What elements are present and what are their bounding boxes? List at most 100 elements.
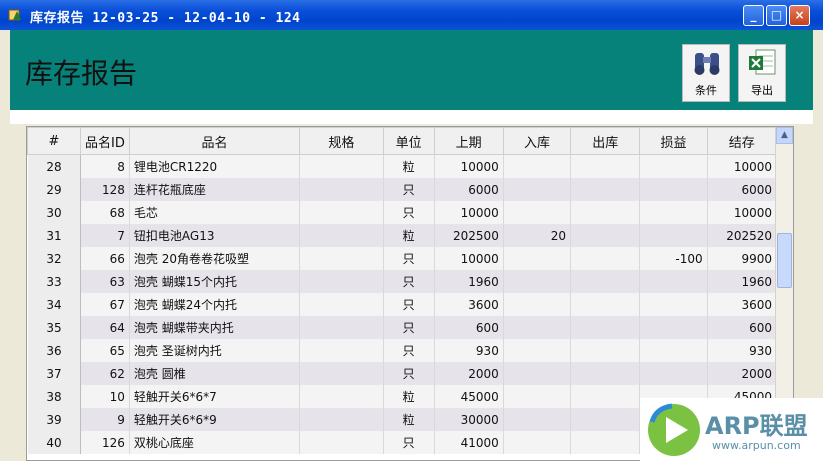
column-header-stock-out[interactable]: 出库 [570,127,641,155]
column-header-spec[interactable]: 规格 [299,127,384,155]
table-row[interactable]: 28 8 锂电池CR1220 粒 10000 10000 [27,154,778,178]
column-header-profit-loss[interactable]: 损益 [639,127,708,155]
table-cell-id[interactable]: 128 [79,178,130,201]
table-cell-id[interactable]: 62 [79,362,130,385]
table-cell-id[interactable]: 68 [79,201,130,224]
table-cell-pl[interactable] [639,224,708,247]
table-cell-idx[interactable]: 33 [27,270,81,293]
table-cell-spec[interactable] [299,178,384,201]
table-cell-out[interactable] [570,316,641,339]
table-cell-id[interactable]: 10 [79,385,130,408]
table-cell-spec[interactable] [299,431,384,454]
table-cell-unit[interactable]: 只 [382,431,435,454]
table-cell-prev[interactable]: 10000 [433,201,504,224]
table-cell-idx[interactable]: 31 [27,224,81,247]
table-cell-id[interactable]: 8 [79,154,130,178]
table-cell-in[interactable] [502,178,572,201]
table-cell-spec[interactable] [299,362,384,385]
table-cell-prev[interactable]: 10000 [433,247,504,270]
table-cell-out[interactable] [570,270,641,293]
table-cell-id[interactable]: 126 [79,431,130,454]
close-button[interactable]: × [789,5,810,26]
table-row[interactable]: 29 128 连杆花瓶底座只 6000 6000 [27,178,778,201]
table-cell-prev[interactable]: 30000 [433,408,504,431]
column-header-balance[interactable]: 结存 [706,127,778,155]
table-cell-bal[interactable]: 10000 [706,154,778,178]
table-cell-in[interactable] [502,201,572,224]
table-cell-name[interactable]: 泡壳 蝴蝶15个内托 [128,270,301,293]
table-cell-pl[interactable] [639,201,708,224]
table-cell-unit[interactable]: 只 [382,339,435,362]
column-header-product-id[interactable]: 品名ID [79,127,130,155]
title-bar[interactable]: 库存报告 12-03-25 - 12-04-10 - 124 _ □ × [0,0,823,30]
table-cell-pl[interactable] [639,154,708,178]
table-cell-pl[interactable] [639,339,708,362]
table-cell-name[interactable]: 泡壳 蝴蝶带夹内托 [128,316,301,339]
table-cell-prev[interactable]: 600 [433,316,504,339]
table-cell-unit[interactable]: 只 [382,293,435,316]
table-cell-id[interactable]: 7 [79,224,130,247]
export-button[interactable]: 导出 [738,44,786,102]
table-cell-unit[interactable]: 只 [382,316,435,339]
table-cell-spec[interactable] [299,154,384,178]
table-row[interactable]: 37 62 泡壳 圆椎只 2000 2000 [27,362,778,385]
table-cell-prev[interactable]: 2000 [433,362,504,385]
table-cell-name[interactable]: 轻触开关6*6*9 [128,408,301,431]
table-cell-idx[interactable]: 30 [27,201,81,224]
table-cell-pl[interactable] [639,316,708,339]
column-header-index[interactable]: # [27,127,81,155]
table-cell-spec[interactable] [299,408,384,431]
column-header-previous[interactable]: 上期 [433,127,504,155]
table-cell-out[interactable] [570,247,641,270]
table-cell-idx[interactable]: 35 [27,316,81,339]
table-cell-pl[interactable] [639,270,708,293]
table-cell-pl[interactable] [639,293,708,316]
table-cell-bal[interactable]: 3600 [706,293,778,316]
table-cell-id[interactable]: 67 [79,293,130,316]
maximize-button[interactable]: □ [766,5,787,26]
table-cell-name[interactable]: 轻触开关6*6*7 [128,385,301,408]
table-cell-prev[interactable]: 930 [433,339,504,362]
column-header-stock-in[interactable]: 入库 [502,127,572,155]
table-cell-out[interactable] [570,178,641,201]
table-cell-name[interactable]: 钮扣电池AG13 [128,224,301,247]
table-cell-spec[interactable] [299,247,384,270]
table-cell-in[interactable]: 20 [502,224,572,247]
table-cell-id[interactable]: 63 [79,270,130,293]
table-cell-out[interactable] [570,385,641,408]
table-cell-spec[interactable] [299,339,384,362]
table-cell-bal[interactable]: 2000 [706,362,778,385]
filter-button[interactable]: 条件 [682,44,730,102]
table-cell-unit[interactable]: 粒 [382,408,435,431]
table-cell-id[interactable]: 64 [79,316,130,339]
table-cell-idx[interactable]: 32 [27,247,81,270]
table-cell-in[interactable] [502,408,572,431]
table-row[interactable]: 35 64 泡壳 蝴蝶带夹内托只 600 600 [27,316,778,339]
table-row[interactable]: 32 66 泡壳 20角卷卷花吸塑 只 10000 -100 9900 [27,247,778,270]
table-cell-out[interactable] [570,293,641,316]
table-cell-idx[interactable]: 28 [27,154,81,178]
table-cell-in[interactable] [502,385,572,408]
table-cell-spec[interactable] [299,201,384,224]
table-cell-pl[interactable] [639,178,708,201]
table-cell-id[interactable]: 9 [79,408,130,431]
table-cell-bal[interactable]: 6000 [706,178,778,201]
column-header-product-name[interactable]: 品名 [128,127,301,155]
table-cell-unit[interactable]: 只 [382,201,435,224]
table-cell-name[interactable]: 泡壳 圣诞树内托 [128,339,301,362]
table-cell-spec[interactable] [299,293,384,316]
table-cell-name[interactable]: 锂电池CR1220 [128,154,301,178]
table-cell-out[interactable] [570,201,641,224]
scroll-up-arrow-icon[interactable]: ▲ [776,127,793,144]
table-row[interactable]: 34 67 泡壳 蝴蝶24个内托只 3600 3600 [27,293,778,316]
table-cell-in[interactable] [502,247,572,270]
table-cell-prev[interactable]: 10000 [433,154,504,178]
table-cell-name[interactable]: 泡壳 蝴蝶24个内托 [128,293,301,316]
table-cell-out[interactable] [570,408,641,431]
table-cell-bal[interactable]: 9900 [706,247,778,270]
table-cell-bal[interactable]: 1960 [706,270,778,293]
table-cell-in[interactable] [502,339,572,362]
table-cell-in[interactable] [502,431,572,454]
table-cell-name[interactable]: 泡壳 20角卷卷花吸塑 [128,247,301,270]
table-cell-unit[interactable]: 粒 [382,385,435,408]
